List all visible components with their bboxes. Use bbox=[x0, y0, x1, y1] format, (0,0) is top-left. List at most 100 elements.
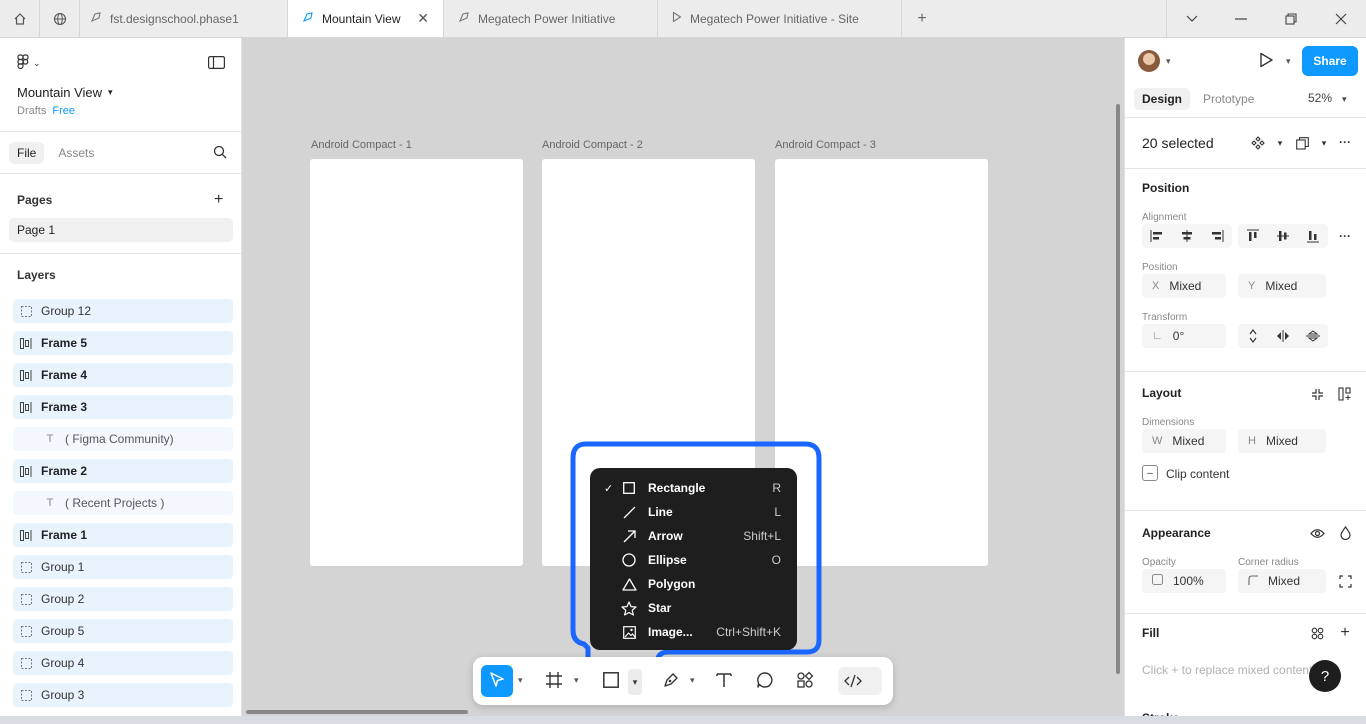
help-button[interactable]: ? bbox=[1309, 660, 1341, 692]
shape-menu-caret-button[interactable]: ▾ bbox=[628, 669, 642, 695]
layer-row[interactable]: Group 3 bbox=[13, 683, 233, 707]
page-item[interactable]: Page 1 bbox=[9, 218, 233, 242]
restore-icon[interactable] bbox=[1266, 0, 1316, 38]
layer-row[interactable]: Frame 4 bbox=[13, 363, 233, 387]
align-center-h-icon[interactable] bbox=[1172, 224, 1202, 248]
chevron-down-icon[interactable]: ▾ bbox=[1268, 131, 1292, 155]
chevron-down-icon[interactable]: ▾ bbox=[1166, 56, 1171, 67]
sidebar-toggle-icon[interactable] bbox=[208, 56, 226, 72]
drop-icon[interactable] bbox=[1333, 521, 1357, 545]
menu-item-image[interactable]: Image... Ctrl+Shift+K bbox=[590, 620, 797, 644]
frame-label[interactable]: Android Compact - 1 bbox=[311, 139, 412, 151]
tab-file[interactable]: File bbox=[9, 141, 45, 164]
share-button[interactable]: Share bbox=[1302, 46, 1358, 76]
layer-row[interactable]: Group 5 bbox=[13, 619, 233, 643]
browser-tab[interactable]: Megatech Power Initiative bbox=[444, 0, 658, 37]
text-tool-button[interactable] bbox=[708, 665, 740, 697]
flip-horizontal-icon[interactable] bbox=[1268, 324, 1298, 348]
frame-label[interactable]: Android Compact - 2 bbox=[542, 139, 643, 151]
zoom-dropdown[interactable]: 52% ▾ bbox=[1308, 91, 1347, 105]
height-field[interactable]: H Mixed bbox=[1238, 429, 1326, 453]
flip-vertical-icon[interactable] bbox=[1298, 324, 1328, 348]
layer-row[interactable]: Group 2 bbox=[13, 587, 233, 611]
search-icon[interactable] bbox=[213, 145, 227, 162]
vertical-scrollbar[interactable] bbox=[1116, 104, 1120, 674]
dev-mode-toggle[interactable] bbox=[838, 667, 882, 695]
corner-radius-field[interactable]: Mixed bbox=[1238, 569, 1326, 593]
pen-tool-button[interactable] bbox=[655, 665, 687, 697]
layer-row[interactable]: Frame 1 bbox=[13, 523, 233, 547]
independent-corners-icon[interactable] bbox=[1333, 569, 1357, 593]
copy-icon[interactable] bbox=[1290, 131, 1314, 155]
drafts-label[interactable]: Drafts bbox=[17, 105, 46, 117]
menu-item-ellipse[interactable]: Ellipse O bbox=[590, 548, 797, 572]
tab-assets[interactable]: Assets bbox=[50, 142, 102, 164]
auto-layout-icon[interactable] bbox=[1333, 382, 1357, 406]
home-icon[interactable] bbox=[0, 0, 40, 37]
menu-item-star[interactable]: Star bbox=[590, 596, 797, 620]
close-window-icon[interactable] bbox=[1316, 0, 1366, 38]
align-right-icon[interactable] bbox=[1202, 224, 1232, 248]
align-bottom-icon[interactable] bbox=[1298, 224, 1328, 248]
globe-icon[interactable] bbox=[40, 0, 80, 37]
layer-row[interactable]: T ( Figma Community) bbox=[13, 427, 233, 451]
browser-tab[interactable]: Megatech Power Initiative - Site bbox=[658, 0, 902, 37]
move-tool-button[interactable] bbox=[481, 665, 513, 697]
avatar[interactable] bbox=[1138, 50, 1160, 72]
layer-row[interactable]: Frame 5 bbox=[13, 331, 233, 355]
browser-tab-active[interactable]: Mountain View ✕ bbox=[288, 0, 444, 37]
present-play-icon[interactable] bbox=[1258, 52, 1274, 71]
align-center-v-icon[interactable] bbox=[1268, 224, 1298, 248]
x-field[interactable]: X Mixed bbox=[1142, 274, 1226, 298]
menu-item-rectangle[interactable]: ✓ Rectangle R bbox=[590, 476, 797, 500]
layer-row[interactable]: Frame 3 bbox=[13, 395, 233, 419]
plan-badge[interactable]: Free bbox=[52, 105, 75, 117]
rotation-field[interactable]: ∟ 0° bbox=[1142, 324, 1226, 348]
more-icon[interactable]: ··· bbox=[1333, 130, 1357, 154]
android-frame-3[interactable] bbox=[775, 159, 988, 566]
eye-icon[interactable] bbox=[1305, 521, 1329, 545]
android-frame-1[interactable] bbox=[310, 159, 523, 566]
new-tab-icon[interactable]: + bbox=[902, 0, 942, 37]
y-field[interactable]: Y Mixed bbox=[1238, 274, 1326, 298]
layer-row[interactable]: Frame 2 bbox=[13, 459, 233, 483]
layer-row[interactable]: Group 12 bbox=[13, 299, 233, 323]
opacity-field[interactable]: 100% bbox=[1142, 569, 1226, 593]
align-left-icon[interactable] bbox=[1142, 224, 1172, 248]
add-fill-icon[interactable]: + bbox=[1333, 621, 1357, 645]
layer-row[interactable]: Group 4 bbox=[13, 651, 233, 675]
tab-prototype[interactable]: Prototype bbox=[1195, 88, 1262, 110]
minimize-icon[interactable] bbox=[1216, 0, 1266, 38]
main-menu-button[interactable]: ⌄ bbox=[17, 54, 41, 73]
tab-design[interactable]: Design bbox=[1134, 88, 1191, 110]
layer-row[interactable]: Group 1 bbox=[13, 555, 233, 579]
browser-tab[interactable]: fst.designschool.phase1 bbox=[80, 0, 288, 37]
align-top-icon[interactable] bbox=[1238, 224, 1268, 248]
comment-tool-button[interactable] bbox=[749, 665, 781, 697]
layer-row[interactable]: T ( Recent Projects ) bbox=[13, 491, 233, 515]
close-icon[interactable]: ✕ bbox=[417, 10, 429, 27]
style-grid-icon[interactable] bbox=[1305, 621, 1329, 645]
menu-item-polygon[interactable]: Polygon bbox=[590, 572, 797, 596]
component-icon[interactable] bbox=[1246, 131, 1270, 155]
chevron-down-icon[interactable] bbox=[1166, 0, 1216, 38]
layer-name: ( Figma Community) bbox=[65, 432, 174, 446]
collapse-layout-icon[interactable] bbox=[1305, 382, 1329, 406]
more-icon[interactable]: ··· bbox=[1333, 224, 1357, 248]
file-title[interactable]: Mountain View ▾ bbox=[17, 85, 113, 100]
frame-label[interactable]: Android Compact - 3 bbox=[775, 139, 876, 151]
chevron-down-icon[interactable]: ▾ bbox=[1286, 56, 1291, 67]
chevron-down-icon[interactable]: ▾ bbox=[690, 675, 695, 686]
menu-item-arrow[interactable]: Arrow Shift+L bbox=[590, 524, 797, 548]
chevron-down-icon[interactable]: ▾ bbox=[518, 675, 523, 686]
width-field[interactable]: W Mixed bbox=[1142, 429, 1226, 453]
shape-tool-button[interactable] bbox=[595, 665, 627, 697]
add-page-icon[interactable]: + bbox=[214, 191, 223, 209]
horizontal-scrollbar[interactable] bbox=[246, 710, 468, 714]
menu-item-line[interactable]: Line L bbox=[590, 500, 797, 524]
clip-content-checkbox[interactable]: – bbox=[1142, 465, 1158, 481]
frame-tool-button[interactable] bbox=[538, 665, 570, 697]
rotate-icon[interactable] bbox=[1238, 324, 1268, 348]
resources-tool-button[interactable] bbox=[789, 665, 821, 697]
chevron-down-icon[interactable]: ▾ bbox=[574, 675, 579, 686]
